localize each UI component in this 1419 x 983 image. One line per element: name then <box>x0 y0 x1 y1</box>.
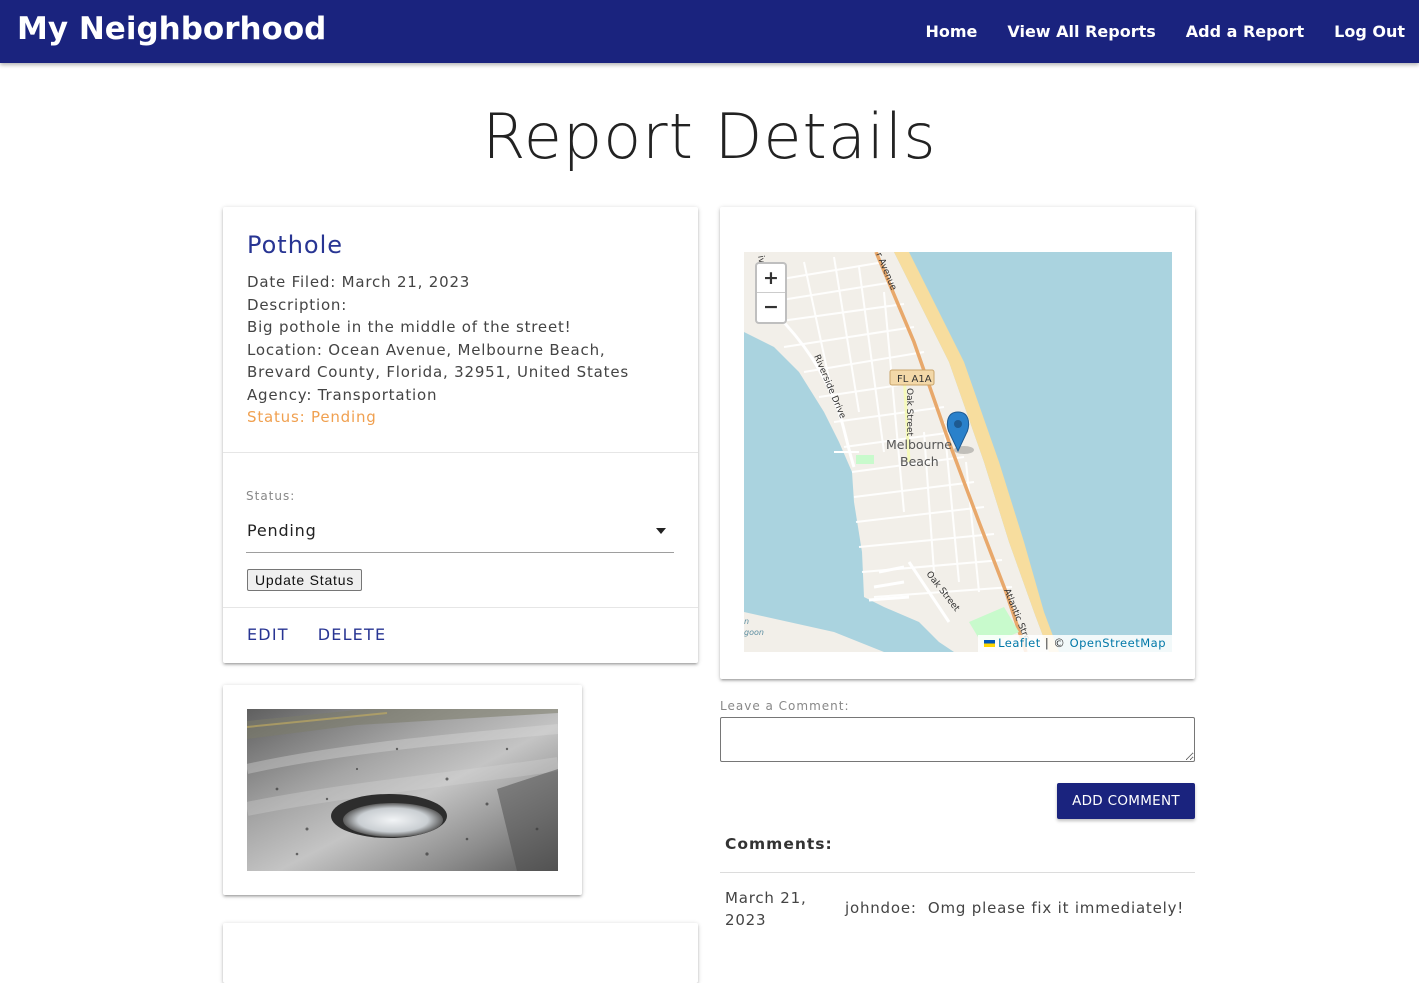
map-label-corner-bottom-1: n <box>744 617 749 626</box>
add-comment-button[interactable]: ADD COMMENT <box>1057 783 1195 819</box>
comment-text: Omg please fix it immediately! <box>927 899 1185 917</box>
card-divider <box>223 607 698 608</box>
comment-date-line-2: 2023 <box>725 911 767 929</box>
report-card: Pothole Date Filed: March 21, 2023 Descr… <box>223 207 698 663</box>
image-card <box>223 685 582 895</box>
map-card: FL A1A Oak Street Riverside Drive Atlant… <box>720 207 1195 679</box>
map-label-oak-street: Oak Street <box>904 388 914 436</box>
edit-link[interactable]: EDIT <box>247 625 289 644</box>
zoom-out-button[interactable]: − <box>757 293 785 322</box>
comment-date-line-1: March 21, <box>725 889 807 907</box>
comment-row: March 21, 2023 johndoe: Omg please fix i… <box>725 887 1195 937</box>
comment-body: johndoe: Omg please fix it immediately! <box>845 899 1184 917</box>
delete-link[interactable]: DELETE <box>318 625 387 644</box>
comment-date: March 21, 2023 <box>725 887 825 931</box>
report-content: Pothole Date Filed: March 21, 2023 Descr… <box>223 207 698 429</box>
zoom-in-button[interactable]: + <box>757 264 785 293</box>
comments-title: Comments: <box>725 835 833 853</box>
brand-logo[interactable]: My Neighborhood <box>17 11 326 47</box>
update-status-button[interactable]: Update Status <box>247 569 363 591</box>
description-label: Description: <box>247 295 348 314</box>
nav-links: Home View All Reports Add a Report Log O… <box>895 0 1405 63</box>
nav-view-all-reports[interactable]: View All Reports <box>1007 22 1155 41</box>
location-line-2: Brevard County, Florida, 32951, United S… <box>247 363 629 381</box>
agency: Agency: Transportation <box>247 385 438 404</box>
leaflet-link[interactable]: Leaflet <box>998 636 1041 650</box>
nav-log-out[interactable]: Log Out <box>1334 22 1405 41</box>
comment-label: Leave a Comment: <box>720 699 850 713</box>
map-label-fl-a1a: FL A1A <box>897 374 932 385</box>
map-attribution: Leaflet | © OpenStreetMap <box>978 635 1172 652</box>
pothole-photo-art <box>247 709 558 871</box>
dropdown-caret-icon <box>656 528 666 534</box>
comment-textarea[interactable] <box>720 717 1195 762</box>
map-label-town: Melbourne <box>886 437 952 452</box>
status-select[interactable]: Pending <box>246 517 674 553</box>
report-title: Pothole <box>247 231 344 259</box>
map-label-town-2: Beach <box>900 454 939 469</box>
openstreetmap-link[interactable]: OpenStreetMap <box>1070 636 1166 650</box>
card-actions: EDIT DELETE <box>247 625 415 644</box>
status-selected-value: Pending <box>247 521 317 540</box>
pothole-photo <box>247 709 558 871</box>
map-tiles: FL A1A Oak Street Riverside Drive Atlant… <box>744 252 1172 652</box>
card-divider <box>223 452 698 453</box>
top-navbar: My Neighborhood Home View All Reports Ad… <box>0 0 1419 63</box>
status-label: Status: <box>246 489 296 503</box>
map-label-corner-bottom-2: goon <box>744 628 764 637</box>
map[interactable]: FL A1A Oak Street Riverside Drive Atlant… <box>744 252 1172 652</box>
status-text: Status: Pending <box>247 408 377 426</box>
nav-add-report[interactable]: Add a Report <box>1186 22 1304 41</box>
date-filed: Date Filed: March 21, 2023 <box>247 273 471 291</box>
comments-divider <box>720 872 1195 873</box>
bottom-card <box>223 923 698 983</box>
nav-home[interactable]: Home <box>925 22 977 41</box>
zoom-controls: + − <box>755 262 787 324</box>
description-text: Big pothole in the middle of the street! <box>247 318 572 336</box>
location-line-1: Location: Ocean Avenue, Melbourne Beach, <box>247 340 606 359</box>
comment-user: johndoe: <box>845 899 917 917</box>
ukraine-flag-icon <box>984 640 996 647</box>
page-title: Report Details <box>482 100 937 173</box>
attribution-separator: | © <box>1040 636 1070 650</box>
